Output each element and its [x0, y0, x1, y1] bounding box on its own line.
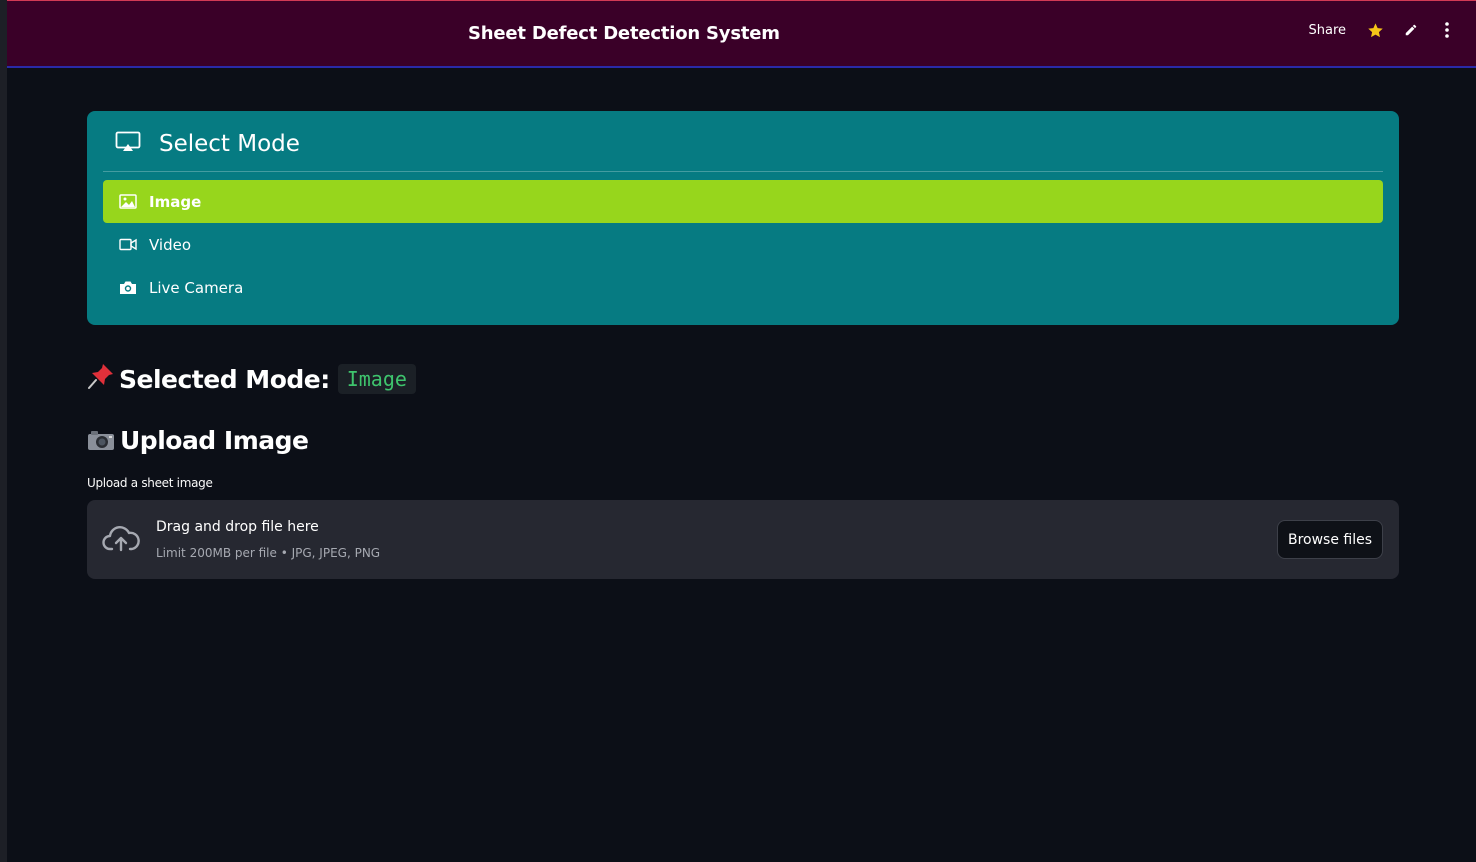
divider — [103, 171, 1383, 172]
mode-selector-card: Select Mode Image Video Live Camera — [87, 111, 1399, 325]
mode-option-image[interactable]: Image — [103, 180, 1383, 223]
selected-mode-heading: Selected Mode: Image — [87, 360, 416, 398]
file-dropzone[interactable]: Drag and drop file here Limit 200MB per … — [87, 500, 1399, 579]
cloud-upload-icon — [102, 523, 140, 553]
more-vert-icon[interactable] — [1438, 21, 1456, 39]
app-header: Sheet Defect Detection System Share — [7, 0, 1476, 68]
mode-selector-title: Select Mode — [159, 131, 300, 157]
mode-option-label: Video — [149, 235, 192, 254]
pencil-icon[interactable] — [1402, 21, 1420, 39]
selected-mode-value: Image — [337, 364, 416, 394]
app-title: Sheet Defect Detection System — [468, 23, 780, 44]
dropzone-limit-text: Limit 200MB per file • JPG, JPEG, PNG — [156, 546, 381, 560]
upload-heading-label: Upload Image — [120, 425, 309, 455]
dropzone-instructions: Drag and drop file here — [156, 519, 319, 535]
camera-icon — [87, 429, 117, 451]
browse-files-button[interactable]: Browse files — [1277, 520, 1383, 559]
mode-option-label: Image — [149, 192, 202, 211]
file-uploader-label: Upload a sheet image — [87, 476, 213, 490]
selected-mode-label: Selected Mode: — [119, 364, 330, 394]
mode-option-live-camera[interactable]: Live Camera — [103, 266, 1383, 309]
image-icon — [119, 194, 137, 210]
pushpin-icon — [87, 362, 119, 397]
share-button[interactable]: Share — [1308, 23, 1346, 38]
mode-selector-header: Select Mode — [115, 129, 300, 159]
video-camera-icon — [119, 237, 137, 253]
header-actions: Share — [1308, 19, 1456, 41]
mode-option-label: Live Camera — [149, 278, 244, 297]
cast-screen-icon — [115, 131, 141, 158]
window-left-edge — [0, 0, 7, 862]
mode-option-video[interactable]: Video — [103, 223, 1383, 266]
upload-heading: Upload Image — [87, 422, 309, 458]
camera-icon — [119, 280, 137, 296]
star-icon[interactable] — [1366, 21, 1384, 39]
